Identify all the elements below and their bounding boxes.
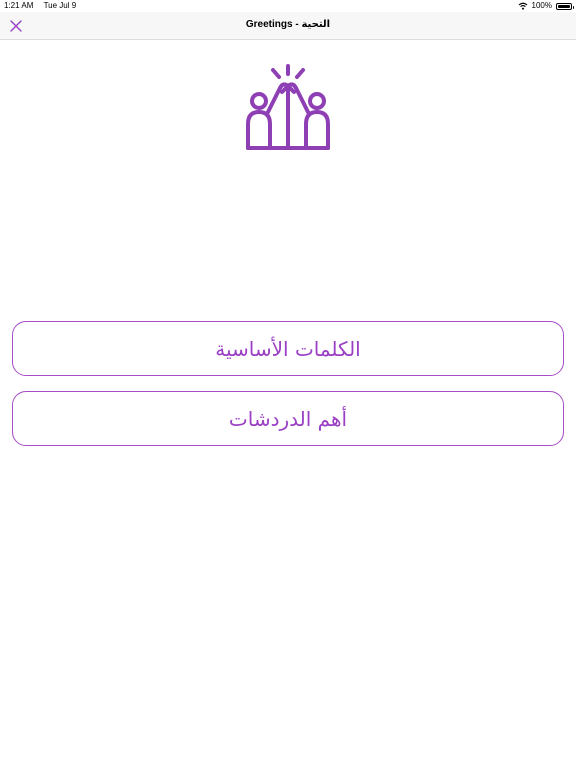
- status-right: 100%: [518, 0, 574, 12]
- battery-icon: [556, 2, 574, 10]
- status-time: 1:21 AM: [4, 1, 34, 10]
- battery-fill: [558, 4, 570, 8]
- status-date: Tue Jul 9: [43, 1, 77, 10]
- high-five-people-icon: [244, 64, 332, 152]
- status-bar: 1:21 AM Tue Jul 9 100%: [0, 0, 576, 12]
- basic-words-button[interactable]: الكلمات الأساسية: [12, 321, 564, 376]
- navigation-bar: Greetings - التحية: [0, 12, 576, 40]
- battery-percent: 100%: [531, 1, 552, 10]
- status-left: 1:21 AM Tue Jul 9: [4, 0, 76, 12]
- page-title: Greetings - التحية: [245, 19, 331, 30]
- top-chats-button[interactable]: أهم الدردشات: [12, 391, 564, 446]
- wifi-icon: [518, 2, 528, 10]
